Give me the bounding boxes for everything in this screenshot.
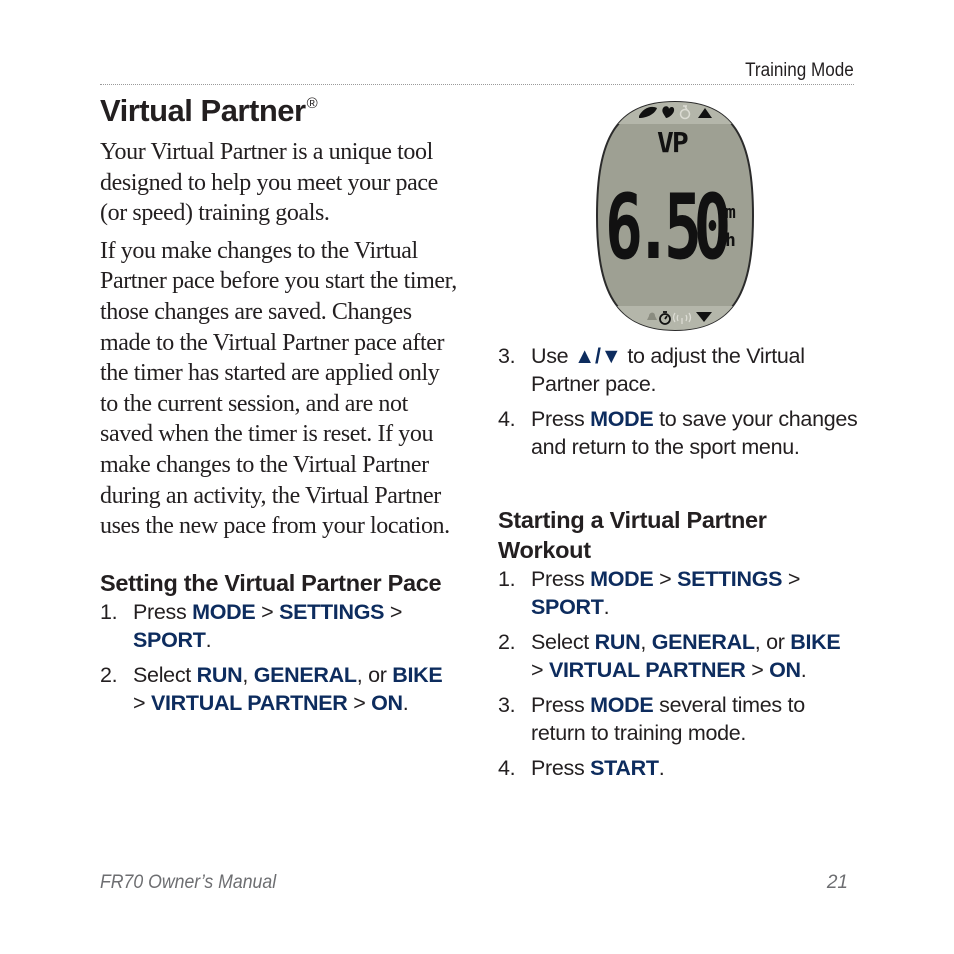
starting-steps: 1. Press MODE > SETTINGS > SPORT. 2. Select… [498, 565, 858, 782]
step-text: Select [531, 630, 595, 654]
unit-bottom: h [725, 230, 736, 251]
step-text: > [531, 658, 549, 682]
page-number: 21 [826, 872, 848, 893]
right-column-starting: Starting a Virtual Partner Workout 1. Pre… [498, 505, 858, 789]
setting-heading: Setting the Virtual Partner Pace [100, 569, 442, 596]
keyword: ON [769, 658, 801, 682]
keyword: GENERAL [651, 630, 755, 654]
setting-steps: 1. Press MODE > SETTINGS > SPORT. 2. Select… [100, 598, 460, 717]
title-text: Virtual Partner [100, 93, 306, 128]
header-rule [100, 84, 854, 85]
keyword: MODE [192, 599, 256, 624]
step-text: . [800, 658, 807, 682]
step-item: 3. Press MODE several times to return to … [498, 691, 858, 747]
step-number: 3. [498, 693, 516, 717]
step-text: . [205, 627, 212, 652]
step-number: 2. [498, 630, 516, 654]
keyword: MODE [590, 693, 654, 717]
keyword: MODE [590, 567, 654, 591]
step-number: 3. [498, 344, 516, 368]
step-item: 4. Press START. [498, 754, 858, 782]
setting-steps-continued: 3. Use ▲/▼ to adjust the Virtual Partner … [498, 342, 858, 461]
step-text: Press [531, 756, 591, 780]
starting-heading: Starting a Virtual Partner Workout [498, 507, 767, 563]
step-text: , [640, 630, 652, 654]
step-number: 2. [100, 662, 118, 687]
step-text: > [255, 599, 280, 624]
vp-label: VP [657, 126, 688, 159]
step-text: > [347, 690, 372, 715]
step-text: , or [356, 662, 393, 687]
keyword: SETTINGS [279, 599, 385, 624]
top-icon-bar [597, 102, 753, 124]
step-text: , [242, 662, 254, 687]
footer-manual-title: FR70 Owner’s Manual [100, 872, 277, 893]
step-number: 4. [498, 756, 516, 780]
step-number: 1. [100, 599, 118, 624]
step-text: Press [133, 599, 193, 624]
keyword: RUN [196, 662, 243, 687]
step-text: . [603, 595, 610, 619]
step-text: . [658, 756, 665, 780]
keyword: VIRTUAL PARTNER [548, 658, 746, 682]
step-text: Use [531, 344, 575, 368]
step-text: > [133, 690, 151, 715]
bottom-icon-bar [597, 306, 753, 330]
step-text: , or [754, 630, 791, 654]
step-text: Select [133, 662, 197, 687]
step-item: 4. Press MODE to save your changes and re… [498, 405, 858, 461]
left-column: Your Virtual Partner is a unique tool de… [100, 137, 460, 724]
intro-paragraph-2: If you make changes to the Virtual Partn… [100, 237, 457, 540]
keyword: SETTINGS [677, 567, 783, 591]
step-text: > [384, 599, 403, 624]
intro-paragraph-1: Your Virtual Partner is a unique tool de… [100, 139, 438, 227]
step-number: 4. [498, 407, 516, 431]
keyword: ▲/▼ [574, 344, 622, 368]
step-text: . [402, 690, 409, 715]
page-title: Virtual Partner® [100, 93, 318, 129]
step-text: > [653, 567, 678, 591]
step-text: Press [531, 407, 591, 431]
keyword: ON [371, 690, 403, 715]
running-header: Training Mode [745, 60, 854, 81]
right-column-steps: 3. Use ▲/▼ to adjust the Virtual Partner … [498, 342, 858, 468]
unit-top: m [725, 202, 736, 223]
step-item: 3. Use ▲/▼ to adjust the Virtual Partner … [498, 342, 858, 398]
step-text: > [782, 567, 801, 591]
keyword: SPORT [133, 627, 206, 652]
keyword: MODE [590, 407, 654, 431]
watch-illustration: VP 6.50 m h [595, 100, 755, 332]
keyword: START [590, 756, 659, 780]
keyword: RUN [594, 630, 641, 654]
step-item: 1. Press MODE > SETTINGS > SPORT. [498, 565, 858, 621]
step-item: 2. Select RUN, GENERAL, or BIKE > VIRTUAL… [498, 628, 858, 684]
keyword: GENERAL [253, 662, 357, 687]
step-number: 1. [498, 567, 516, 591]
keyword: VIRTUAL PARTNER [150, 690, 348, 715]
keyword: BIKE [790, 630, 841, 654]
keyword: SPORT [531, 595, 604, 619]
step-text: Press [531, 567, 591, 591]
step-item: 2. Select RUN, GENERAL, or BIKE > VIRTUAL… [100, 661, 460, 717]
step-item: 1. Press MODE > SETTINGS > SPORT. [100, 598, 460, 654]
pace-value: 6.50 [605, 175, 728, 280]
registered-mark: ® [306, 95, 318, 112]
step-text: Press [531, 693, 591, 717]
keyword: BIKE [392, 662, 443, 687]
step-text: > [745, 658, 770, 682]
watch-screen: VP 6.50 m h [595, 100, 755, 332]
